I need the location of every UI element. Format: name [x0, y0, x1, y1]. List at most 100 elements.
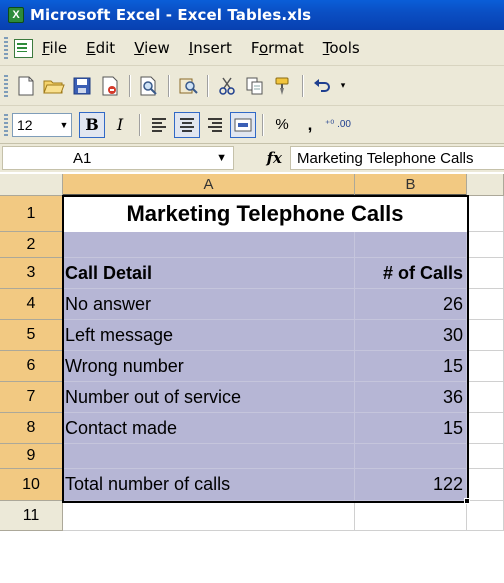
italic-button[interactable]: I — [107, 112, 133, 138]
row-header-11[interactable]: 11 — [0, 501, 63, 531]
cell-c8[interactable] — [467, 413, 504, 444]
comma-style-button[interactable]: , — [297, 112, 323, 138]
menu-bar: File Edit View Insert Format Tools — [0, 30, 504, 66]
cell-b6[interactable]: 15 — [355, 351, 467, 382]
menu-file[interactable]: File — [42, 39, 67, 57]
formula-input[interactable]: Marketing Telephone Calls — [290, 146, 504, 170]
toolbar-grip[interactable] — [4, 74, 8, 97]
cell-c10[interactable] — [467, 469, 504, 501]
cell-b3[interactable]: # of Calls — [355, 258, 467, 289]
row-header-8[interactable]: 8 — [0, 413, 63, 444]
cell-a11[interactable] — [63, 501, 355, 531]
cell-a3[interactable]: Call Detail — [63, 258, 355, 289]
cell-a4[interactable]: No answer — [63, 289, 355, 320]
row-header-6[interactable]: 6 — [0, 351, 63, 382]
cell-c5[interactable] — [467, 320, 504, 351]
cell-a6[interactable]: Wrong number — [63, 351, 355, 382]
cut-icon[interactable] — [215, 74, 239, 98]
chevron-down-icon[interactable]: ▼ — [57, 114, 71, 136]
toolbar-separator — [207, 74, 208, 97]
copy-icon[interactable] — [243, 74, 267, 98]
menu-view[interactable]: View — [134, 39, 170, 57]
increase-decimal-button[interactable]: ⁺⁰ .00 — [325, 112, 351, 138]
row-header-7[interactable]: 7 — [0, 382, 63, 413]
toolbar-separator — [129, 74, 130, 97]
open-icon[interactable] — [42, 74, 66, 98]
row-header-3[interactable]: 3 — [0, 258, 63, 289]
cell-c1[interactable] — [467, 196, 504, 232]
toolbar-separator — [302, 74, 303, 97]
cell-c3[interactable] — [467, 258, 504, 289]
align-center-icon[interactable] — [174, 111, 200, 138]
menu-insert[interactable]: Insert — [189, 39, 232, 57]
insert-function-icon[interactable]: fx — [234, 149, 290, 167]
cell-a5[interactable]: Left message — [63, 320, 355, 351]
cell-c6[interactable] — [467, 351, 504, 382]
save-icon[interactable] — [70, 74, 94, 98]
formatting-toolbar: 12 ▼ B I % , ⁺⁰ .00 — [0, 106, 504, 144]
merge-center-icon[interactable] — [230, 111, 256, 138]
name-box-value: A1 — [73, 149, 92, 167]
standard-toolbar: ▾ — [0, 66, 504, 106]
excel-icon[interactable]: X — [8, 7, 24, 23]
cell-c9[interactable] — [467, 444, 504, 469]
cell-c11[interactable] — [467, 501, 504, 531]
cell-c2[interactable] — [467, 232, 504, 258]
cell-c7[interactable] — [467, 382, 504, 413]
menu-edit[interactable]: Edit — [86, 39, 115, 57]
name-box[interactable]: A1 ▼ — [2, 146, 234, 170]
cell-b2[interactable] — [355, 232, 467, 258]
cell-b5[interactable]: 30 — [355, 320, 467, 351]
row-header-9[interactable]: 9 — [0, 444, 63, 469]
cell-b7[interactable]: 36 — [355, 382, 467, 413]
column-header-b[interactable]: B — [355, 174, 467, 196]
select-all-button[interactable] — [0, 174, 63, 196]
font-size-select[interactable]: 12 ▼ — [12, 112, 72, 137]
row-header-1[interactable]: 1 — [0, 196, 63, 232]
row-header-5[interactable]: 5 — [0, 320, 63, 351]
cell-b10[interactable]: 122 — [355, 469, 467, 501]
formula-bar: A1 ▼ fx Marketing Telephone Calls — [0, 144, 504, 172]
align-right-icon[interactable] — [202, 112, 228, 138]
menu-format[interactable]: Format — [251, 39, 304, 57]
title-cell[interactable]: Marketing Telephone Calls — [63, 196, 467, 232]
row-header-2[interactable]: 2 — [0, 232, 63, 258]
column-header-a[interactable]: A — [63, 174, 355, 196]
bold-button[interactable]: B — [79, 111, 105, 138]
permission-icon[interactable] — [98, 74, 122, 98]
toolbar-grip[interactable] — [4, 36, 8, 59]
cell-b8[interactable]: 15 — [355, 413, 467, 444]
menu-tools[interactable]: Tools — [323, 39, 360, 57]
window-title: Microsoft Excel - Excel Tables.xls — [30, 6, 312, 24]
document-icon[interactable] — [12, 38, 34, 58]
undo-icon[interactable] — [310, 74, 334, 98]
column-header-c[interactable] — [467, 174, 504, 196]
cell-a10[interactable]: Total number of calls — [63, 469, 355, 501]
cell-b4[interactable]: 26 — [355, 289, 467, 320]
new-icon[interactable] — [14, 74, 38, 98]
worksheet-grid: A B 1 2 3 4 5 6 7 8 9 10 11 Marketing Te… — [0, 174, 504, 583]
percent-style-button[interactable]: % — [269, 112, 295, 138]
research-icon[interactable] — [176, 74, 200, 98]
font-size-value: 12 — [17, 116, 33, 133]
cell-b11[interactable] — [355, 501, 467, 531]
cell-a9[interactable] — [63, 444, 355, 469]
toolbar-separator — [262, 113, 263, 136]
cell-b9[interactable] — [355, 444, 467, 469]
cell-a2[interactable] — [63, 232, 355, 258]
row-header-4[interactable]: 4 — [0, 289, 63, 320]
toolbar-grip[interactable] — [4, 113, 8, 136]
undo-dropdown-icon[interactable]: ▾ — [336, 75, 350, 97]
toolbar-separator — [139, 113, 140, 136]
cell-a8[interactable]: Contact made — [63, 413, 355, 444]
toolbar-separator — [168, 74, 169, 97]
print-preview-icon[interactable] — [137, 74, 161, 98]
cell-a7[interactable]: Number out of service — [63, 382, 355, 413]
title-bar: X Microsoft Excel - Excel Tables.xls — [0, 0, 504, 30]
row-header-10[interactable]: 10 — [0, 469, 63, 501]
chevron-down-icon[interactable]: ▼ — [216, 152, 227, 164]
fill-handle[interactable] — [464, 498, 470, 504]
format-painter-icon[interactable] — [271, 74, 295, 98]
cell-c4[interactable] — [467, 289, 504, 320]
align-left-icon[interactable] — [146, 112, 172, 138]
